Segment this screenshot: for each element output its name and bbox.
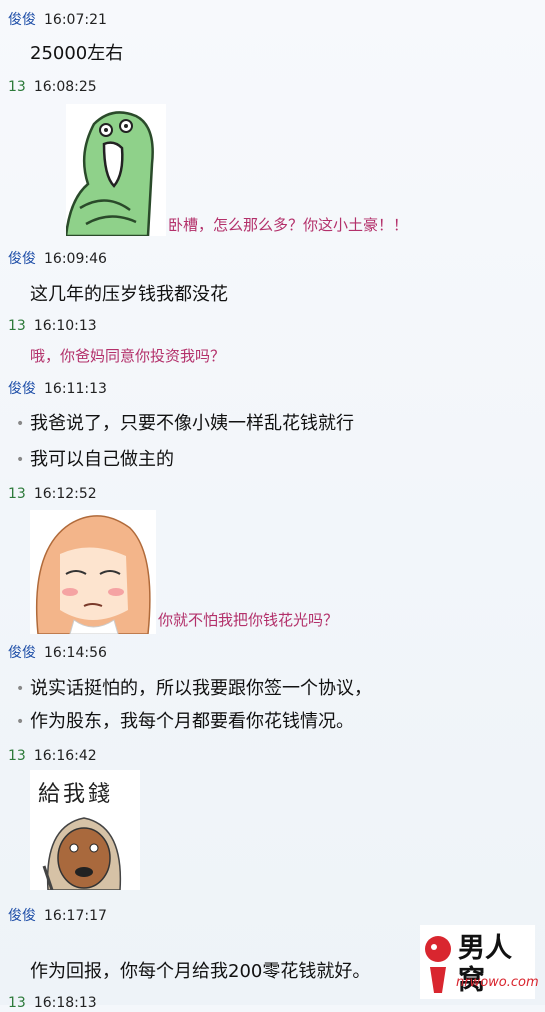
timestamp: 16:11:13 <box>44 381 107 397</box>
sender-name: 俊俊 <box>8 908 36 924</box>
message-header: 俊俊 16:11:13 <box>8 380 107 398</box>
message-text: 说实话挺怕的，所以我要跟你签一个协议， <box>30 678 372 699</box>
meme-sticker-give-me-money: 給我錢 <box>30 770 140 890</box>
message-text: 我可以自己做主的 <box>30 449 174 470</box>
sender-name: 13 <box>8 995 26 1011</box>
timestamp: 16:17:17 <box>44 908 107 924</box>
message-text: 作为股东，我每个月都要看你花钱情况。 <box>30 711 354 732</box>
meme-sticker-green-creature <box>66 104 166 236</box>
message-header: 俊俊 16:17:17 <box>8 907 107 925</box>
sticker-caption: 你就不怕我把你钱花光吗？ <box>158 611 339 629</box>
sender-name: 13 <box>8 748 26 764</box>
message-header: 13 16:18:13 <box>8 994 97 1012</box>
sender-name: 13 <box>8 318 26 334</box>
bullet-dot: • <box>16 416 25 432</box>
message-header: 13 16:16:42 <box>8 747 97 765</box>
chat-window: 俊俊 16:07:21 25000左右 13 16:08:25 卧槽，怎么那么多？你… <box>0 0 545 1011</box>
sender-name: 俊俊 <box>8 12 36 28</box>
meme-sticker-anime-girl <box>30 510 156 634</box>
timestamp: 16:09:46 <box>44 251 107 267</box>
site-logo-watermark: 男人窝 nrwowo.com <box>420 925 539 999</box>
timestamp: 16:10:13 <box>33 318 97 334</box>
sender-name: 13 <box>8 79 26 95</box>
timestamp: 16:12:52 <box>33 486 97 502</box>
message-header: 俊俊 16:09:46 <box>8 250 107 268</box>
sender-name: 13 <box>8 486 26 502</box>
bullet-dot: • <box>16 714 25 730</box>
message-text: 作为回报，你每个月给我200零花钱就好。 <box>30 961 371 982</box>
timestamp: 16:18:13 <box>33 995 97 1011</box>
message-header: 13 16:08:25 <box>8 78 97 96</box>
message-text: 25000左右 <box>30 43 124 64</box>
bald-guy-icon <box>42 817 122 890</box>
bullet-dot: • <box>16 681 25 697</box>
logo-figure-icon <box>425 936 451 993</box>
timestamp: 16:07:21 <box>44 12 107 28</box>
green-creature-icon <box>66 104 166 236</box>
sender-name: 俊俊 <box>8 381 36 397</box>
message-text: 这几年的压岁钱我都没花 <box>30 284 228 305</box>
sticker-text: 給我錢 <box>38 782 114 807</box>
timestamp: 16:08:25 <box>33 79 97 95</box>
logo-url: nrwowo.com <box>456 975 539 990</box>
message-header: 俊俊 16:07:21 <box>8 11 107 29</box>
message-header: 俊俊 16:14:56 <box>8 644 107 662</box>
message-header: 13 16:10:13 <box>8 317 97 335</box>
sticker-caption: 卧槽，怎么那么多？你这小土豪！！ <box>168 216 409 234</box>
message-text: 我爸说了，只要不像小姨一样乱花钱就行 <box>30 413 354 434</box>
message-header: 13 16:12:52 <box>8 485 97 503</box>
timestamp: 16:16:42 <box>33 748 97 764</box>
anime-girl-icon <box>30 510 156 634</box>
bullet-dot: • <box>16 452 25 468</box>
sender-name: 俊俊 <box>8 251 36 267</box>
sender-name: 俊俊 <box>8 645 36 661</box>
timestamp: 16:14:56 <box>44 645 107 661</box>
message-text-pink: 哦，你爸妈同意你投资我吗？ <box>30 347 226 365</box>
